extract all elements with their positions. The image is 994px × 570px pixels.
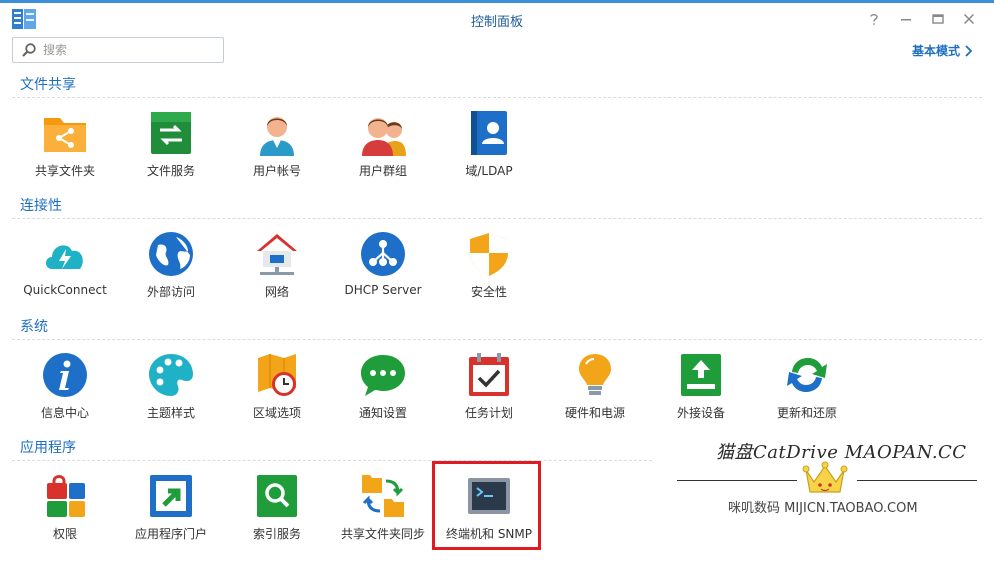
quickconnect-icon (46, 245, 83, 269)
item-label: 域/LDAP (465, 164, 513, 178)
item-theme[interactable]: 主题样式 (121, 352, 221, 421)
promo-divider (857, 480, 977, 481)
item-label: 硬件和电源 (564, 406, 625, 420)
item-label: DHCP Server (344, 283, 422, 297)
help-icon[interactable] (866, 11, 882, 27)
section-title-file-sharing: 文件共享 (20, 77, 76, 93)
section-title-system: 系统 (20, 319, 48, 335)
promo-divider (677, 480, 797, 481)
section-divider (12, 339, 982, 340)
item-notification[interactable]: 通知设置 (333, 352, 433, 421)
close-icon[interactable] (961, 11, 977, 27)
shared-folder-sync-icon (362, 475, 404, 517)
item-label: 网络 (264, 285, 289, 299)
file-services-icon (151, 112, 191, 154)
group-icon (362, 118, 406, 156)
notification-icon (361, 355, 405, 396)
update-restore-icon (787, 358, 827, 392)
item-label: 共享文件夹 (34, 164, 95, 178)
item-label: 安全性 (470, 285, 507, 299)
external-access-icon (149, 232, 193, 276)
item-user[interactable]: 用户帐号 (227, 110, 327, 179)
item-label: 更新和还原 (776, 406, 837, 420)
item-privileges[interactable]: 权限 (15, 473, 115, 542)
task-scheduler-icon (469, 353, 509, 396)
item-label: 任务计划 (464, 406, 513, 420)
section-divider (12, 460, 652, 461)
application-portal-icon (150, 475, 192, 517)
item-label: 外部访问 (146, 285, 195, 299)
item-network[interactable]: 网络 (227, 231, 327, 300)
section-title-connectivity: 连接性 (20, 198, 62, 214)
regional-options-icon (258, 354, 296, 396)
item-indexing-service[interactable]: 索引服务 (227, 473, 327, 542)
indexing-service-icon (257, 475, 297, 517)
maximize-icon[interactable] (930, 11, 946, 27)
basic-mode-label: 基本模式 (911, 44, 960, 58)
minimize-icon[interactable] (898, 11, 914, 27)
security-shield-icon (470, 233, 508, 276)
network-icon (257, 234, 297, 275)
item-domain-ldap[interactable]: 域/LDAP (439, 110, 539, 179)
item-quickconnect[interactable]: QuickConnect (15, 231, 115, 297)
item-label: 索引服务 (252, 527, 301, 541)
item-application-portal[interactable]: 应用程序门户 (121, 473, 221, 542)
item-external-access[interactable]: 外部访问 (121, 231, 221, 300)
item-label: 文件服务 (146, 164, 195, 178)
window-title: 控制面板 (470, 15, 523, 30)
item-external-devices[interactable]: 外接设备 (651, 352, 751, 421)
item-dhcp-server[interactable]: DHCP Server (333, 231, 433, 297)
basic-mode-link[interactable]: 基本模式 (912, 42, 974, 59)
item-label: 外接设备 (676, 406, 725, 420)
search-input[interactable] (41, 41, 221, 59)
item-label: 用户群组 (358, 164, 407, 178)
item-update-restore[interactable]: 更新和还原 (757, 352, 857, 421)
shared-folder-icon (44, 118, 86, 152)
section-divider (12, 218, 982, 219)
privileges-icon (47, 475, 85, 517)
section-divider (12, 97, 982, 98)
item-label: 信息中心 (40, 406, 89, 420)
chevron-right-icon (965, 44, 973, 57)
domain-ldap-icon (471, 111, 507, 155)
item-security[interactable]: 安全性 (439, 231, 539, 300)
item-label: 权限 (52, 527, 77, 541)
window-titlebar[interactable]: 控制面板 (0, 3, 994, 33)
hardware-power-icon (579, 354, 611, 395)
item-shared-folder[interactable]: 共享文件夹 (15, 110, 115, 179)
item-task-scheduler[interactable]: 任务计划 (439, 352, 539, 421)
item-hardware-power[interactable]: 硬件和电源 (545, 352, 645, 421)
item-label: 主题样式 (146, 406, 195, 420)
item-file-services[interactable]: 文件服务 (121, 110, 221, 179)
item-label: 通知设置 (358, 406, 407, 420)
item-regional-options[interactable]: 区域选项 (227, 352, 327, 421)
theme-palette-icon (149, 354, 193, 396)
promo-shop-text: 咪叽数码 MIJICN.TAOBAO.COM (728, 501, 918, 516)
item-label: QuickConnect (23, 283, 107, 297)
item-label: 区域选项 (252, 406, 301, 420)
user-icon (260, 117, 294, 156)
item-label: 用户帐号 (252, 164, 301, 178)
highlight-annotation-box (432, 461, 541, 550)
item-info-center[interactable]: 信息中心 (15, 352, 115, 421)
dhcp-server-icon (361, 232, 405, 276)
item-label: 共享文件夹同步 (340, 527, 425, 541)
item-label: 应用程序门户 (134, 527, 207, 541)
crown-logo-icon (802, 461, 848, 493)
item-shared-folder-sync[interactable]: 共享文件夹同步 (333, 473, 433, 542)
external-devices-icon (681, 354, 721, 396)
item-group[interactable]: 用户群组 (333, 110, 433, 179)
search-icon (22, 43, 36, 57)
info-center-icon (43, 353, 87, 397)
search-box[interactable] (12, 37, 224, 63)
